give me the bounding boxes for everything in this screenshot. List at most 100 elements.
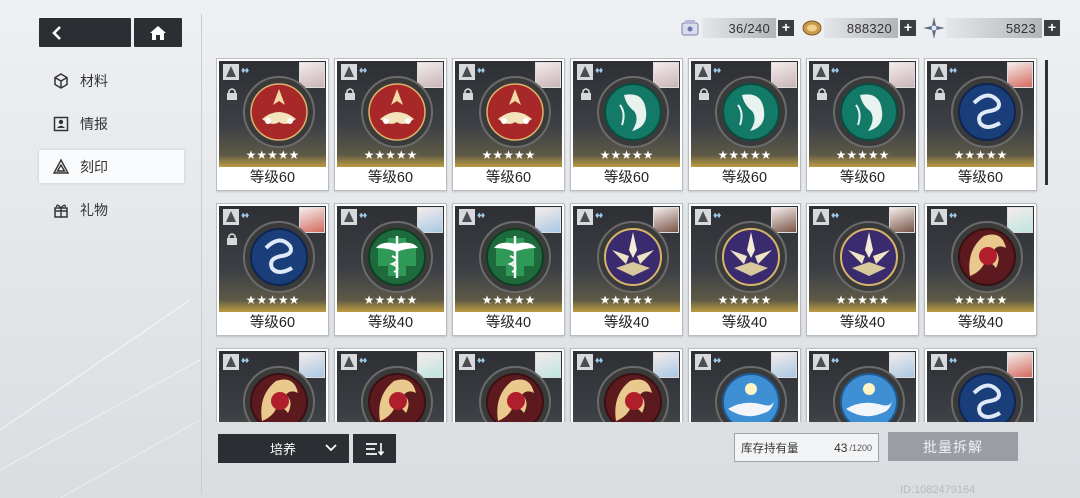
class-icon xyxy=(813,354,829,370)
lock-icon[interactable] xyxy=(225,87,239,101)
home-icon xyxy=(150,25,166,40)
card-level: 等级60 xyxy=(249,170,296,186)
user-id: ID:1082479164 xyxy=(900,484,976,496)
rarity-gems-icon: ♦♦ xyxy=(241,355,249,365)
golden-beast-emblem-icon xyxy=(242,365,316,422)
inventory-stock: 库存持有量 43 /1200 xyxy=(734,433,879,462)
card-level: 等级60 xyxy=(839,170,886,186)
menu-item-gift[interactable]: 礼物 xyxy=(39,193,184,226)
imprint-card[interactable]: ♦♦★★★★★ 等级60 xyxy=(806,58,919,191)
card-level: 等级40 xyxy=(367,315,414,331)
purple-crest-emblem-icon xyxy=(596,220,670,294)
class-icon xyxy=(577,209,593,225)
menu-item-materials[interactable]: 材料 xyxy=(39,64,184,97)
card-artwork: ♦♦★★★★★ xyxy=(573,61,680,167)
card-level: 等级40 xyxy=(603,315,650,331)
rarity-gems-icon: ♦♦ xyxy=(595,65,603,75)
imprint-card[interactable]: ♦♦★★★★★ 等级40 xyxy=(924,203,1037,336)
card-artwork: ♦♦★★★★★ xyxy=(337,61,444,167)
menu-item-imprint[interactable]: 刻印 xyxy=(39,150,184,183)
card-level: 等级60 xyxy=(603,170,650,186)
imprint-card[interactable]: ♦♦★★★★★ 等级40 xyxy=(806,203,919,336)
card-glow xyxy=(455,300,562,312)
imprint-card[interactable]: ♦♦ xyxy=(570,348,683,422)
rarity-gems-icon: ♦♦ xyxy=(831,65,839,75)
imprint-card[interactable]: ♦♦★★★★★ 等级60 xyxy=(452,58,565,191)
home-button[interactable] xyxy=(134,18,182,47)
category-menu: 材料 情报 刻印 礼物 xyxy=(39,64,184,236)
cube-icon xyxy=(52,72,70,90)
lock-icon[interactable] xyxy=(225,232,239,246)
coin-value: 888320 xyxy=(824,18,898,38)
lock-icon[interactable] xyxy=(933,87,947,101)
dismantle-label: 批量拆解 xyxy=(923,438,983,455)
batch-dismantle-button[interactable]: 批量拆解 xyxy=(888,432,1018,461)
imprint-card[interactable]: ♦♦★★★★★ 等级60 xyxy=(216,203,329,336)
imprint-card[interactable]: ♦♦ xyxy=(334,348,447,422)
blue-whale-emblem-icon xyxy=(714,365,788,422)
imprint-card[interactable]: ♦♦★★★★★ 等级40 xyxy=(334,203,447,336)
sort-icon xyxy=(365,442,384,456)
card-artwork: ♦♦★★★★★ xyxy=(809,61,916,167)
menu-item-label: 礼物 xyxy=(80,201,108,218)
card-artwork: ♦♦ xyxy=(691,351,798,422)
imprint-card[interactable]: ♦♦ xyxy=(216,348,329,422)
lock-icon[interactable] xyxy=(697,87,711,101)
green-maiden-emblem-icon xyxy=(832,75,906,149)
grid-scrollbar[interactable] xyxy=(1045,60,1048,185)
rarity-gems-icon: ♦♦ xyxy=(359,65,367,75)
imprint-card[interactable]: ♦♦ xyxy=(924,348,1037,422)
capacity-add-button[interactable]: + xyxy=(778,20,794,36)
card-glow xyxy=(691,155,798,167)
imprint-icon xyxy=(52,158,70,176)
menu-item-intel[interactable]: 情报 xyxy=(39,107,184,140)
class-icon xyxy=(577,354,593,370)
lock-icon[interactable] xyxy=(343,87,357,101)
coin-add-button[interactable]: + xyxy=(900,20,916,36)
green-caduceus-emblem-icon xyxy=(478,220,552,294)
lock-icon[interactable] xyxy=(579,87,593,101)
lock-icon[interactable] xyxy=(815,87,829,101)
imprint-card[interactable]: ♦♦★★★★★ 等级40 xyxy=(570,203,683,336)
imprint-card[interactable]: ♦♦★★★★★ 等级60 xyxy=(688,58,801,191)
imprint-card[interactable]: ♦♦★★★★★ 等级60 xyxy=(216,58,329,191)
class-icon xyxy=(695,354,711,370)
imprint-card[interactable]: ♦♦★★★★★ 等级40 xyxy=(452,203,565,336)
rarity-gems-icon: ♦♦ xyxy=(713,355,721,365)
imprint-card[interactable]: ♦♦ xyxy=(806,348,919,422)
purple-crest-emblem-icon xyxy=(714,220,788,294)
green-caduceus-emblem-icon xyxy=(360,220,434,294)
red-lotus-emblem-icon xyxy=(360,75,434,149)
panel-divider xyxy=(201,14,202,494)
star-crystal-icon xyxy=(922,17,946,39)
card-glow xyxy=(809,300,916,312)
lock-icon[interactable] xyxy=(461,87,475,101)
coin-counter: 888320 + xyxy=(800,17,916,39)
card-glow xyxy=(337,300,444,312)
card-glow xyxy=(573,155,680,167)
card-glow xyxy=(219,155,326,167)
back-arrow-icon xyxy=(52,25,61,40)
card-artwork: ♦♦ xyxy=(927,351,1034,422)
imprint-card[interactable]: ♦♦★★★★★ 等级60 xyxy=(924,58,1037,191)
back-button[interactable] xyxy=(39,18,131,47)
stock-max: /1200 xyxy=(849,442,872,453)
card-glow xyxy=(927,155,1034,167)
imprint-card[interactable]: ♦♦ xyxy=(452,348,565,422)
sort-filter-dropdown[interactable]: 培养 xyxy=(218,434,349,463)
card-level: 等级60 xyxy=(957,170,1004,186)
imprint-card[interactable]: ♦♦★★★★★ 等级40 xyxy=(688,203,801,336)
rarity-gems-icon: ♦♦ xyxy=(241,210,249,220)
class-icon xyxy=(813,64,829,80)
imprint-card[interactable]: ♦♦★★★★★ 等级60 xyxy=(570,58,683,191)
card-artwork: ♦♦★★★★★ xyxy=(927,206,1034,312)
sort-order-button[interactable] xyxy=(353,434,396,463)
blue-swirl-emblem-icon xyxy=(950,365,1024,422)
imprint-card[interactable]: ♦♦ xyxy=(688,348,801,422)
imprint-card[interactable]: ♦♦★★★★★ 等级60 xyxy=(334,58,447,191)
card-glow xyxy=(337,155,444,167)
class-icon xyxy=(813,209,829,225)
rarity-gems-icon: ♦♦ xyxy=(831,210,839,220)
crystal-add-button[interactable]: + xyxy=(1044,20,1060,36)
class-icon xyxy=(341,209,357,225)
